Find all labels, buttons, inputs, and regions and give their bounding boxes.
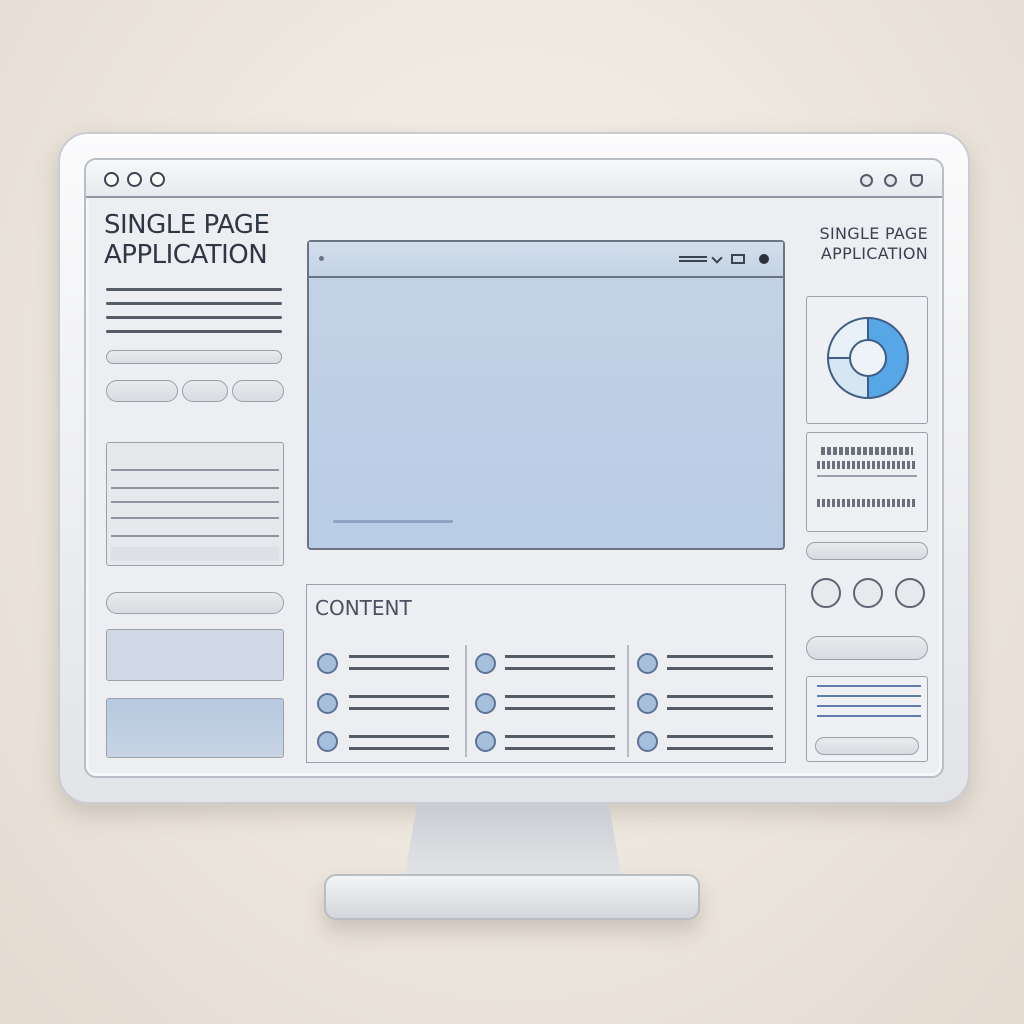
list-bullet[interactable] bbox=[475, 653, 496, 674]
info-text-line bbox=[817, 499, 917, 507]
window-close-icon[interactable] bbox=[104, 172, 119, 187]
list-item-line bbox=[505, 667, 615, 670]
wifi-icon[interactable] bbox=[679, 256, 707, 262]
nav-pill-button[interactable] bbox=[232, 380, 284, 402]
column-divider bbox=[465, 645, 467, 757]
window-maximize-icon[interactable] bbox=[150, 172, 165, 187]
text-field[interactable] bbox=[106, 350, 282, 364]
pie-center bbox=[849, 339, 887, 377]
content-block-highlight[interactable] bbox=[106, 698, 284, 758]
main-panel bbox=[307, 240, 785, 550]
list-card bbox=[106, 442, 284, 566]
content-list bbox=[306, 631, 786, 763]
search-bar[interactable] bbox=[106, 592, 284, 614]
list-bullet[interactable] bbox=[637, 731, 658, 752]
list-item-line bbox=[349, 695, 449, 698]
info-card bbox=[806, 432, 928, 532]
grid-icon[interactable] bbox=[731, 254, 745, 264]
nav-pill-button[interactable] bbox=[182, 380, 228, 402]
panel-caption-line bbox=[333, 520, 453, 523]
list-item-line bbox=[505, 695, 615, 698]
list-line bbox=[817, 685, 921, 687]
list-bullet[interactable] bbox=[317, 693, 338, 714]
list-item-line bbox=[667, 735, 773, 738]
info-text-line bbox=[817, 461, 917, 469]
panel-dot-icon bbox=[319, 256, 324, 261]
share-icon[interactable] bbox=[884, 174, 897, 187]
option-button[interactable] bbox=[895, 578, 925, 608]
list-item-line bbox=[505, 655, 615, 658]
text-line bbox=[106, 288, 282, 291]
content-section-title: CONTENT bbox=[306, 584, 786, 632]
info-divider bbox=[817, 475, 917, 477]
list-item-line bbox=[505, 747, 615, 750]
list-item-line bbox=[505, 707, 615, 710]
sidebar-input[interactable] bbox=[806, 542, 928, 560]
column-divider bbox=[627, 645, 629, 757]
list-item-line bbox=[667, 655, 773, 658]
list-bullet[interactable] bbox=[637, 693, 658, 714]
list-item-line bbox=[505, 735, 615, 738]
list-line bbox=[817, 705, 921, 707]
window-minimize-icon[interactable] bbox=[127, 172, 142, 187]
list-item-line bbox=[349, 655, 449, 658]
list-bullet[interactable] bbox=[317, 731, 338, 752]
shield-icon[interactable] bbox=[910, 174, 923, 187]
sidebar-list-card bbox=[806, 676, 928, 762]
record-icon[interactable] bbox=[759, 254, 769, 264]
list-item-line bbox=[667, 747, 773, 750]
text-line bbox=[106, 330, 282, 333]
list-item-line bbox=[667, 707, 773, 710]
chart-card bbox=[806, 296, 928, 424]
list-bullet[interactable] bbox=[475, 731, 496, 752]
list-item-line bbox=[667, 667, 773, 670]
option-button[interactable] bbox=[853, 578, 883, 608]
list-line bbox=[817, 715, 921, 717]
option-button[interactable] bbox=[811, 578, 841, 608]
panel-toolbar bbox=[309, 242, 783, 278]
dropdown-icon[interactable] bbox=[711, 252, 723, 264]
info-text-line bbox=[821, 447, 913, 455]
list-item-line bbox=[349, 747, 449, 750]
monitor-stand-base bbox=[324, 874, 700, 920]
list-bullet[interactable] bbox=[637, 653, 658, 674]
pie-chart bbox=[826, 316, 909, 400]
globe-icon[interactable] bbox=[860, 174, 873, 187]
list-bullet[interactable] bbox=[317, 653, 338, 674]
sidebar-title: SINGLE PAGE APPLICATION bbox=[819, 224, 928, 263]
list-item-line bbox=[349, 707, 449, 710]
list-bullet[interactable] bbox=[475, 693, 496, 714]
list-item-line bbox=[667, 695, 773, 698]
text-line bbox=[106, 302, 282, 305]
window-titlebar bbox=[86, 160, 942, 198]
list-line bbox=[817, 695, 921, 697]
nav-pill-button[interactable] bbox=[106, 380, 178, 402]
sidebar-button[interactable] bbox=[806, 636, 928, 660]
page-title: SINGLE PAGE APPLICATION bbox=[104, 210, 270, 270]
monitor-stand-neck bbox=[404, 804, 622, 880]
sidebar-list-button[interactable] bbox=[815, 737, 919, 755]
list-item-line bbox=[349, 667, 449, 670]
text-line bbox=[106, 316, 282, 319]
content-block bbox=[106, 629, 284, 681]
list-item-line bbox=[349, 735, 449, 738]
